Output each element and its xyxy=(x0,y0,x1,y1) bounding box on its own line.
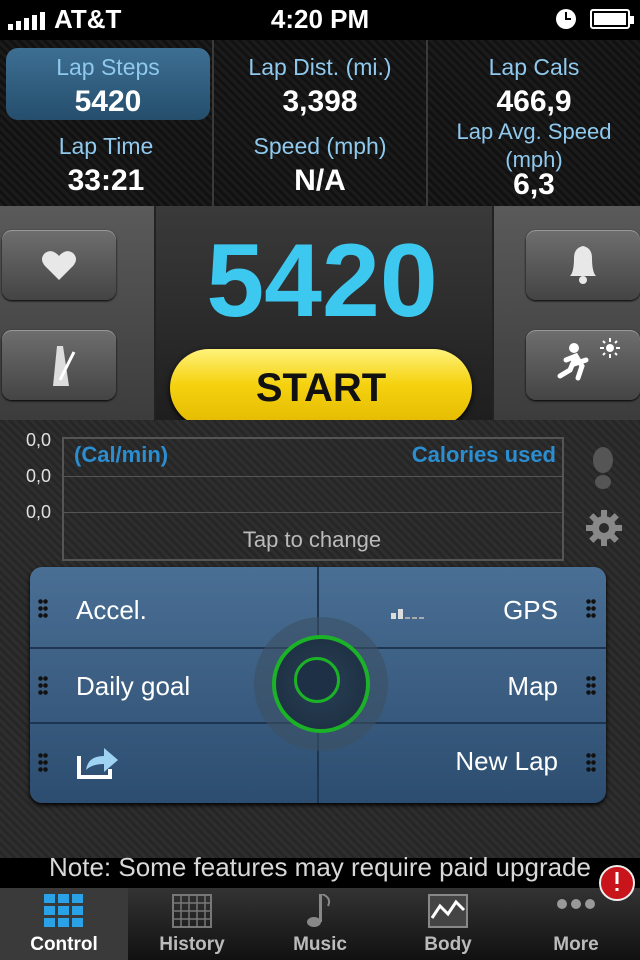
heart-rate-button[interactable] xyxy=(2,230,116,300)
stat-lap-cals[interactable]: Lap Cals 466,9 xyxy=(428,40,640,123)
stat-value: 33:21 xyxy=(67,164,145,197)
stat-lap-time[interactable]: Lap Time 33:21 xyxy=(0,123,212,206)
metronome-icon xyxy=(53,346,76,386)
runner-sun-icon xyxy=(557,338,620,381)
drag-handle xyxy=(38,598,48,620)
tab-control[interactable]: Control xyxy=(0,888,128,960)
graph-left-label: (Cal/min) xyxy=(74,442,169,467)
stat-value: 5420 xyxy=(74,85,142,118)
gps-signal-icon xyxy=(391,609,424,619)
stat-lap-dist[interactable]: Lap Dist. (mi.) 3,398 xyxy=(214,40,426,123)
accel-label: Accel. xyxy=(76,595,147,625)
start-label: START xyxy=(255,366,387,410)
drag-handle xyxy=(586,752,596,774)
upgrade-note: Note: Some features may require paid upg… xyxy=(49,852,591,882)
divider xyxy=(426,40,428,206)
stat-value: 6,3 xyxy=(513,168,555,201)
step-count: 5420 xyxy=(206,223,438,339)
gps-label: GPS xyxy=(503,595,558,625)
tab-label: Body xyxy=(424,934,472,955)
gps-button[interactable]: GPS xyxy=(319,567,606,647)
new-lap-button[interactable]: New Lap xyxy=(319,724,606,803)
tab-label: Control xyxy=(30,934,98,955)
stat-label: Speed (mph) xyxy=(253,133,387,159)
stat-label: Lap Cals xyxy=(488,54,580,80)
share-button[interactable] xyxy=(30,724,317,803)
stat-lap-avg-speed[interactable]: Lap Avg. Speed (mph) 6,3 xyxy=(428,114,640,201)
drag-handle xyxy=(586,675,596,697)
grid-line xyxy=(64,476,562,477)
start-button[interactable]: START xyxy=(170,349,472,427)
dial-inner-ring xyxy=(294,657,340,703)
drag-handle xyxy=(38,752,48,774)
tab-label: History xyxy=(159,934,225,955)
stat-value: N/A xyxy=(294,164,346,197)
gear-icon[interactable] xyxy=(584,508,624,548)
tab-music[interactable]: Music xyxy=(256,888,384,960)
y-axis-label: 0,0 xyxy=(26,502,52,522)
more-dots-icon xyxy=(557,899,595,909)
body-chart-icon xyxy=(428,894,468,928)
divider xyxy=(212,40,214,206)
stat-label: Lap Dist. (mi.) xyxy=(248,54,392,80)
activity-mode-button[interactable] xyxy=(526,330,640,400)
stat-label: Lap Steps xyxy=(56,54,160,80)
battery-icon xyxy=(590,9,634,29)
notification-badge-icon xyxy=(599,865,635,901)
stat-label: Lap Avg. Speed (mph) xyxy=(456,119,612,172)
accel-button[interactable]: Accel. xyxy=(30,567,317,647)
grid-icon xyxy=(44,894,83,927)
daily-goal-label: Daily goal xyxy=(76,671,191,701)
tab-body[interactable]: Body xyxy=(384,888,512,960)
alarm-clock-icon xyxy=(556,9,576,29)
stat-speed[interactable]: Speed (mph) N/A xyxy=(214,123,426,206)
y-axis-label: 0,0 xyxy=(26,430,52,450)
share-icon xyxy=(77,748,118,779)
heart-icon xyxy=(42,251,76,280)
bell-icon xyxy=(570,246,596,284)
center-dial-button[interactable] xyxy=(272,635,370,733)
stat-value: 3,398 xyxy=(282,85,358,118)
new-lap-label: New Lap xyxy=(455,746,558,776)
alarm-button[interactable] xyxy=(526,230,640,300)
drag-handle xyxy=(586,598,596,620)
tab-label: Music xyxy=(293,934,347,955)
calendar-icon xyxy=(172,894,212,928)
grid-line xyxy=(64,512,562,513)
map-label: Map xyxy=(507,671,558,701)
metronome-button[interactable] xyxy=(2,330,116,400)
y-axis-label: 0,0 xyxy=(26,466,52,486)
stat-lap-steps[interactable]: Lap Steps 5420 xyxy=(6,48,210,120)
lap-stats-panel: Lap Steps 5420 Lap Dist. (mi.) 3,398 Lap… xyxy=(0,40,640,206)
status-bar: AT&T 4:20 PM xyxy=(0,0,640,40)
music-note-icon xyxy=(307,894,331,927)
graph-right-label: Calories used xyxy=(411,442,556,467)
tab-label: More xyxy=(553,934,599,955)
clock-time: 4:20 PM xyxy=(270,4,370,34)
stat-label: Lap Time xyxy=(58,133,154,159)
tab-history[interactable]: History xyxy=(128,888,256,960)
footprint-icon[interactable] xyxy=(588,446,618,490)
tap-to-change-hint: Tap to change xyxy=(242,527,382,552)
drag-handle xyxy=(38,675,48,697)
